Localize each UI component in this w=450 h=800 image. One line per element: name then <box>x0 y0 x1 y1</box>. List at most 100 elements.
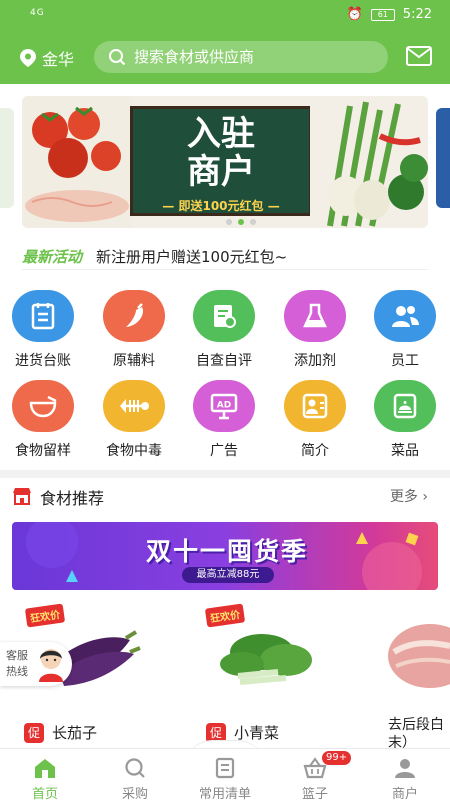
news-text[interactable]: 新注册用户赠送100元红包~ <box>96 246 287 267</box>
alarm-icon: ⏰ <box>346 7 363 22</box>
more-label: 更多 <box>389 489 418 505</box>
vegetables-image <box>310 96 428 228</box>
tab-label: 常用清单 <box>198 787 251 800</box>
service-label: 客服热线 <box>6 649 28 678</box>
search-bar[interactable] <box>94 41 388 73</box>
basket-count-badge: 99+ <box>322 751 352 765</box>
tab-label: 篮子 <box>301 787 328 800</box>
status-bar: 4G ⏰ 61 5:22 <box>0 0 450 30</box>
carousel-dot-active[interactable] <box>238 219 244 225</box>
product-card[interactable]: 狂欢价 促 小青菜 <box>182 602 352 743</box>
tab-label: 商户 <box>391 787 418 800</box>
more-link[interactable]: 更多 › <box>390 486 428 506</box>
tab-basket[interactable]: 99+ 篮子 <box>280 751 352 800</box>
section-divider <box>0 470 450 478</box>
user-icon <box>395 759 415 778</box>
tab-home[interactable]: 首页 <box>10 757 80 800</box>
pork-image <box>388 624 450 688</box>
search-icon <box>125 758 145 778</box>
app-header: 4G ⏰ 61 5:22 金华 <box>0 0 450 84</box>
mail-icon <box>406 46 432 66</box>
dish-icon <box>374 380 436 432</box>
svg-text:AD: AD <box>217 401 231 411</box>
tab-label: 首页 <box>31 787 58 800</box>
ad-icon: AD <box>193 380 255 432</box>
tab-merchant[interactable]: 商户 <box>370 757 440 800</box>
banner-prev-peek <box>0 108 14 208</box>
grid-label: 进货台账 <box>15 353 71 369</box>
product-card[interactable]: 去后段白 末） <box>386 602 450 751</box>
grid-item-introduction[interactable]: 简介 <box>275 380 355 460</box>
grid-item-additives[interactable]: 添加剂 <box>275 290 355 370</box>
banner-title-line1: 入驻 <box>187 114 255 154</box>
grid-item-dishes[interactable]: 菜品 <box>365 380 445 460</box>
product-image: 狂欢价 <box>182 602 352 702</box>
grid-item-staff[interactable]: 员工 <box>365 290 445 370</box>
banner-carousel[interactable]: 入驻 商户 — 即送100元红包 — <box>0 92 450 232</box>
carousel-dot[interactable] <box>226 219 232 225</box>
carousel-dot[interactable] <box>250 219 256 225</box>
location-pin-icon <box>20 49 36 67</box>
customer-service-button[interactable]: 客服热线 <box>0 642 72 686</box>
banner-title-line2: 商户 <box>187 152 255 192</box>
chevron-right-icon: › <box>422 489 428 505</box>
location-selector[interactable]: 金华 <box>20 46 74 70</box>
product-name: 去后段白 末） <box>388 717 444 751</box>
flask-icon <box>284 290 346 342</box>
bowl-icon <box>12 380 74 432</box>
product-name-row: 促 长茄子 <box>24 722 97 743</box>
grid-label: 食物留样 <box>15 443 71 459</box>
banner-board: 入驻 商户 — 即送100元红包 — <box>130 106 312 216</box>
bottom-tab-bar: 首页 采购 常用清单 99+ 篮子 商户 <box>0 748 450 800</box>
banner-next-peek <box>436 108 450 208</box>
staff-icon <box>374 290 436 342</box>
promo-tag: 促 <box>24 722 44 743</box>
grid-label: 菜品 <box>391 443 419 459</box>
grid-item-food-sample[interactable]: 食物留样 <box>3 380 83 460</box>
agent-avatar-icon <box>39 649 63 682</box>
grid-label: 员工 <box>391 353 419 369</box>
news-tag: 最新活动 <box>22 248 83 266</box>
grid-item-self-inspection[interactable]: 自查自评 <box>184 290 264 370</box>
tab-purchase[interactable]: 采购 <box>100 757 170 800</box>
battery-icon: 61 <box>370 8 395 21</box>
banner-subtitle: — 即送100元红包 — <box>162 199 280 213</box>
tab-label: 采购 <box>121 787 148 800</box>
home-icon <box>35 759 55 778</box>
message-button[interactable] <box>406 46 432 70</box>
section-title: 食材推荐 <box>40 489 105 508</box>
ledger-icon <box>12 290 74 342</box>
inspect-icon <box>193 290 255 342</box>
banner-slide[interactable]: 入驻 商户 — 即送100元红包 — <box>22 96 428 228</box>
product-name: 长茄子 <box>52 724 98 742</box>
network-indicator: 4G <box>30 8 45 18</box>
news-ticker[interactable]: 最新活动 新注册用户赠送100元红包~ <box>22 244 428 270</box>
carousel-dots <box>226 219 256 225</box>
store-icon <box>13 488 31 505</box>
grid-item-food-poisoning[interactable]: 食物中毒 <box>94 380 174 460</box>
promo-title: 双十一囤货季 <box>145 537 308 566</box>
search-icon <box>109 49 126 66</box>
grid-label: 简介 <box>301 443 329 459</box>
recommend-header: 食材推荐 更多 › <box>0 482 450 510</box>
profile-icon <box>284 380 346 432</box>
search-input[interactable] <box>134 48 374 66</box>
grid-label: 广告 <box>210 443 238 459</box>
location-label: 金华 <box>42 50 75 69</box>
grid-label: 食物中毒 <box>106 443 162 459</box>
grid-label: 自查自评 <box>196 353 252 369</box>
grid-item-ledger[interactable]: 进货台账 <box>3 290 83 370</box>
fishbone-icon <box>103 380 165 432</box>
grid-label: 原辅料 <box>113 353 155 369</box>
clock: 5:22 <box>402 7 432 22</box>
tab-common-list[interactable]: 常用清单 <box>190 757 260 800</box>
promo-subtitle: 最高立减88元 <box>182 567 274 583</box>
product-image <box>386 602 450 702</box>
list-icon <box>215 757 235 779</box>
tomato-image <box>22 96 132 228</box>
grid-item-raw-materials[interactable]: 原辅料 <box>94 290 174 370</box>
grid-item-ads[interactable]: AD 广告 <box>184 380 264 460</box>
promo-banner[interactable]: 双十一囤货季 最高立减88元 <box>12 522 438 590</box>
pepper-icon <box>103 290 165 342</box>
grid-label: 添加剂 <box>294 353 336 369</box>
